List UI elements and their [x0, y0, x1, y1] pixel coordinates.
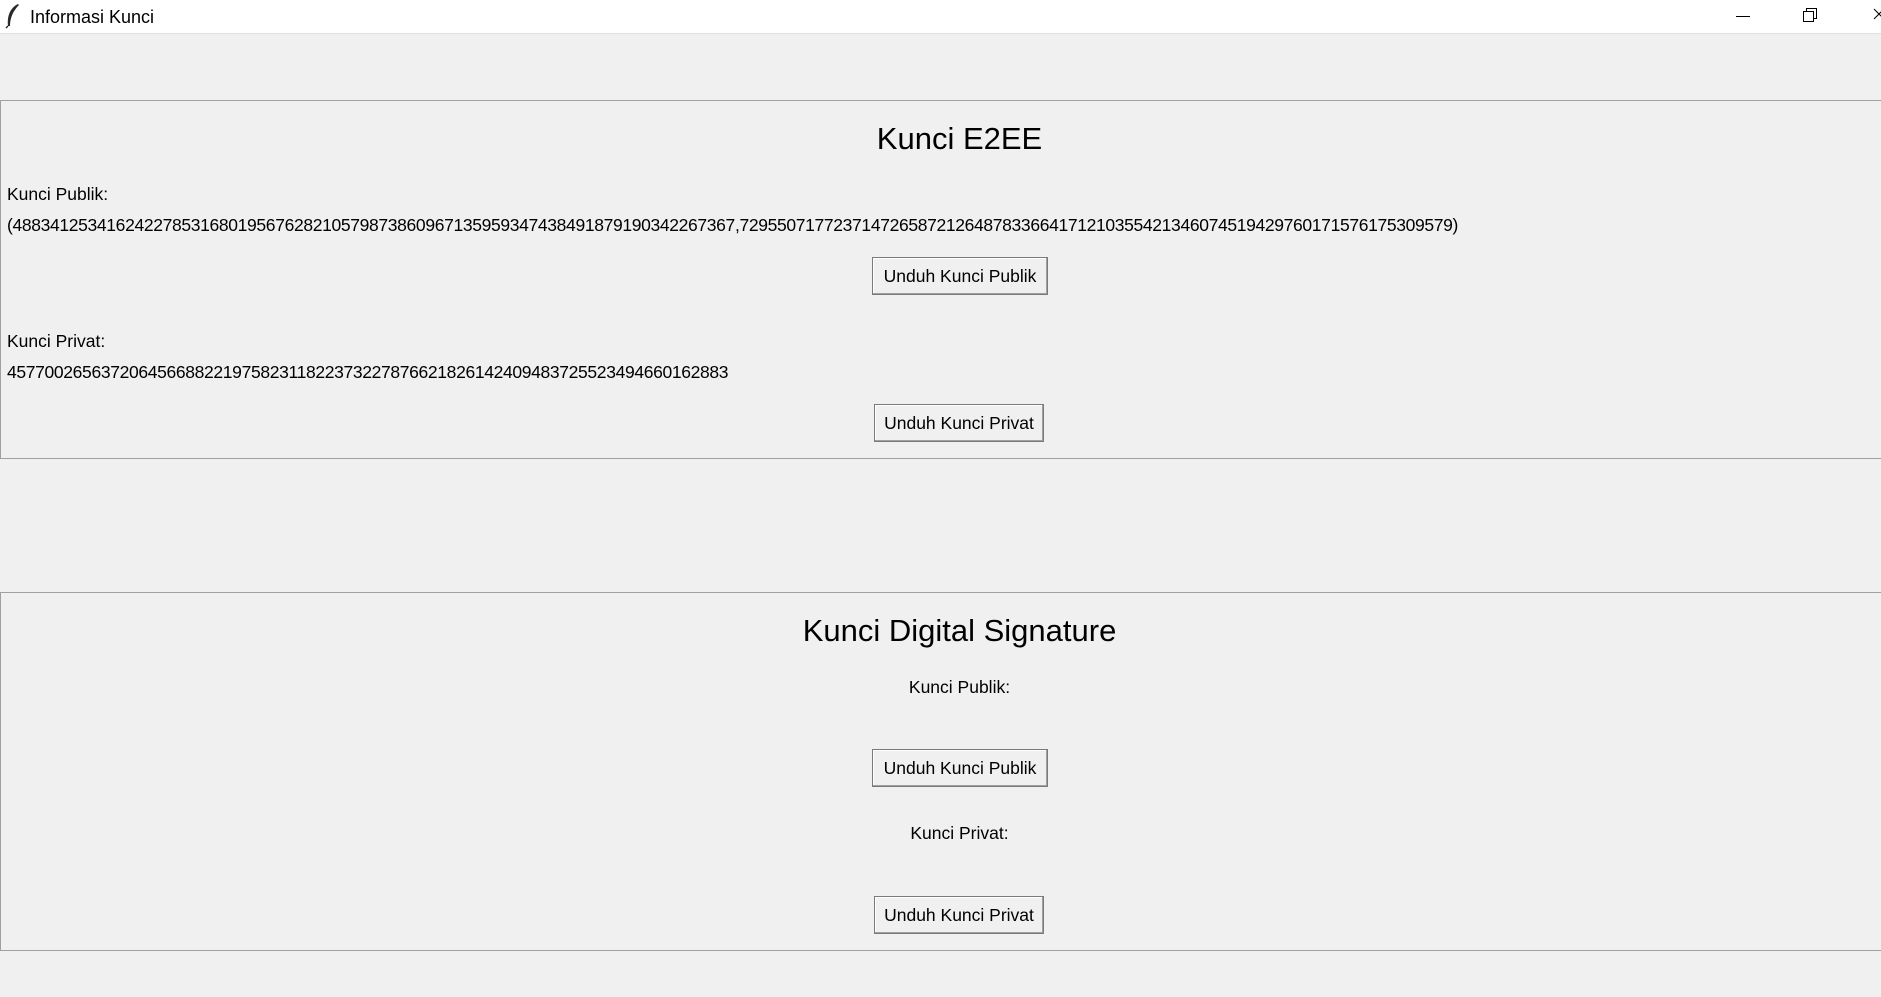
title-bar: Informasi Kunci: [0, 0, 1881, 34]
e2ee-private-value: 4577002656372064566882219758231182237322…: [7, 362, 729, 382]
e2ee-public-label: Kunci Publik:: [7, 184, 109, 204]
e2ee-title: Kunci E2EE: [876, 121, 1043, 156]
signature-public-label: Kunci Publik:: [908, 677, 1011, 697]
minimize-button[interactable]: [1708, 0, 1776, 34]
window-title: Informasi Kunci: [30, 7, 155, 27]
signature-private-label: Kunci Privat:: [910, 823, 1009, 843]
minimize-icon: [1736, 16, 1750, 17]
e2ee-private-label: Kunci Privat:: [7, 331, 106, 351]
restore-icon: [1803, 8, 1817, 22]
signature-download-private-button[interactable]: Unduh Kunci Privat: [874, 896, 1044, 934]
signature-download-public-button[interactable]: Unduh Kunci Publik: [872, 749, 1048, 787]
close-button[interactable]: [1844, 0, 1881, 34]
e2ee-download-public-button[interactable]: Unduh Kunci Publik: [872, 257, 1048, 295]
e2ee-frame: Kunci E2EE Kunci Publik: (48834125341624…: [0, 100, 1881, 459]
signature-frame: Kunci Digital Signature Kunci Publik: Un…: [0, 592, 1881, 951]
close-icon: [1873, 8, 1881, 20]
e2ee-download-private-button[interactable]: Unduh Kunci Privat: [874, 404, 1044, 442]
feather-icon: [4, 3, 22, 29]
e2ee-public-value: (488341253416242278531680195676282105798…: [7, 215, 1459, 235]
restore-button[interactable]: [1776, 0, 1844, 34]
signature-title: Kunci Digital Signature: [802, 613, 1117, 648]
